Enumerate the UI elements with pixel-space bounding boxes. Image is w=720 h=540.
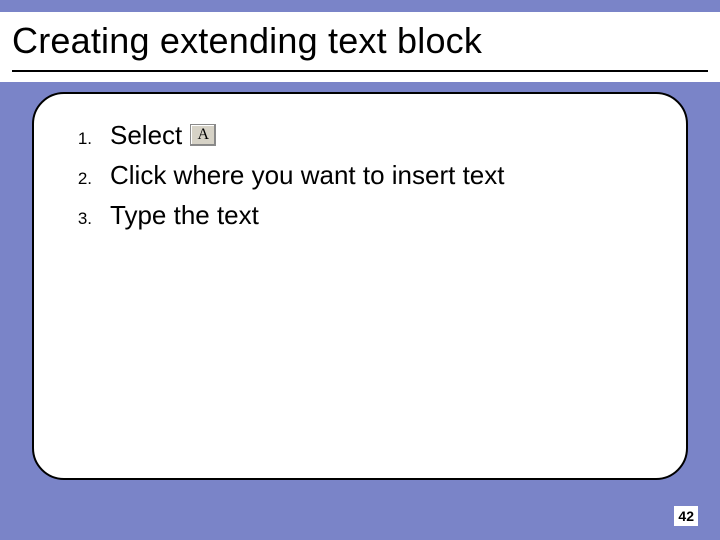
text-tool-icon: A [190,124,216,146]
list-item: 1. Select A [70,118,658,154]
slide-title: Creating extending text block [12,20,708,62]
step-text: Click where you want to insert text [110,158,505,192]
list-item: 2. Click where you want to insert text [70,158,658,194]
title-band: Creating extending text block [0,12,720,82]
slide: Creating extending text block 1. Select … [0,0,720,540]
content-card: 1. Select A 2. Click where you want to i… [32,92,688,480]
step-body: Type the text [110,198,259,232]
list-item: 3. Type the text [70,198,658,234]
step-text: Select [110,118,182,152]
step-text: Type the text [110,198,259,232]
step-body: Select A [110,118,216,152]
step-number: 1. [70,124,92,154]
step-number: 3. [70,204,92,234]
step-body: Click where you want to insert text [110,158,505,192]
page-number: 42 [674,506,698,526]
step-list: 1. Select A 2. Click where you want to i… [70,118,658,234]
step-number: 2. [70,164,92,194]
